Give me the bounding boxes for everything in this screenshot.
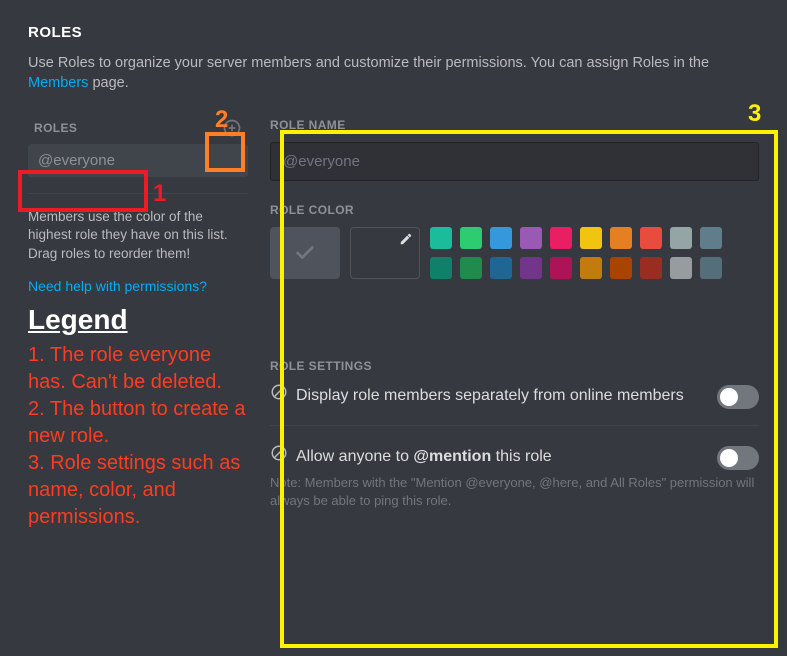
members-link[interactable]: Members — [28, 75, 88, 91]
color-swatch[interactable] — [670, 257, 692, 279]
eyedropper-icon — [399, 232, 413, 251]
role-color-label: ROLE COLOR — [270, 203, 759, 217]
legend-item-3: 3. Role settings such as name, color, an… — [28, 450, 248, 531]
roles-reorder-note: Members use the color of the highest rol… — [28, 208, 248, 265]
page-description: Use Roles to organize your server member… — [28, 53, 759, 94]
color-swatch[interactable] — [460, 227, 482, 249]
color-swatch[interactable] — [430, 227, 452, 249]
setting-allow-mention-note: Note: Members with the "Mention @everyon… — [270, 474, 759, 510]
color-swatch[interactable] — [520, 227, 542, 249]
add-role-button[interactable] — [222, 118, 242, 138]
setting-allow-mention-toggle[interactable] — [717, 446, 759, 470]
color-swatch[interactable] — [670, 227, 692, 249]
role-name-label: ROLE NAME — [270, 118, 759, 132]
custom-color-swatch[interactable] — [350, 227, 420, 279]
setting-display-separately-label: Display role members separately from onl… — [296, 384, 684, 407]
color-swatch[interactable] — [460, 257, 482, 279]
color-swatch[interactable] — [550, 257, 572, 279]
divider — [270, 425, 759, 426]
permissions-help-link[interactable]: Need help with permissions? — [28, 278, 207, 294]
legend-title: Legend — [28, 304, 248, 336]
color-swatch[interactable] — [580, 257, 602, 279]
setting-display-separately: Display role members separately from onl… — [270, 383, 759, 409]
legend-item-2: 2. The button to create a new role. — [28, 396, 248, 450]
page-title: ROLES — [28, 24, 759, 41]
color-swatch[interactable] — [580, 227, 602, 249]
role-color-picker — [270, 227, 759, 279]
role-item-everyone[interactable]: @everyone — [28, 144, 248, 177]
deny-icon — [270, 444, 288, 469]
color-swatch[interactable] — [490, 227, 512, 249]
setting-display-separately-toggle[interactable] — [717, 385, 759, 409]
color-swatch[interactable] — [610, 257, 632, 279]
setting-allow-mention-label: Allow anyone to @mention this role — [296, 445, 552, 468]
color-swatch[interactable] — [700, 227, 722, 249]
role-settings-label: ROLE SETTINGS — [270, 359, 759, 373]
color-swatch[interactable] — [700, 257, 722, 279]
color-swatch[interactable] — [640, 227, 662, 249]
roles-list-label: ROLES — [34, 121, 77, 135]
setting-allow-mention: Allow anyone to @mention this role — [270, 444, 759, 470]
check-icon — [294, 242, 316, 264]
color-swatch[interactable] — [640, 257, 662, 279]
color-swatch[interactable] — [610, 227, 632, 249]
page-description-pre: Use Roles to organize your server member… — [28, 55, 709, 71]
role-settings-panel: ROLE NAME ROLE COLOR ROLE SETTINGS — [270, 118, 759, 532]
divider — [28, 193, 248, 194]
legend-item-1: 1. The role everyone has. Can't be delet… — [28, 342, 248, 396]
roles-sidebar: ROLES @everyone Members use the color of… — [28, 118, 248, 532]
color-swatch[interactable] — [520, 257, 542, 279]
page-description-post: page. — [88, 75, 128, 91]
deny-icon — [270, 383, 288, 408]
default-color-swatch[interactable] — [270, 227, 340, 279]
color-swatch[interactable] — [490, 257, 512, 279]
color-swatch[interactable] — [430, 257, 452, 279]
color-swatch[interactable] — [550, 227, 572, 249]
plus-circle-icon — [222, 118, 242, 138]
role-name-input[interactable] — [270, 142, 759, 181]
